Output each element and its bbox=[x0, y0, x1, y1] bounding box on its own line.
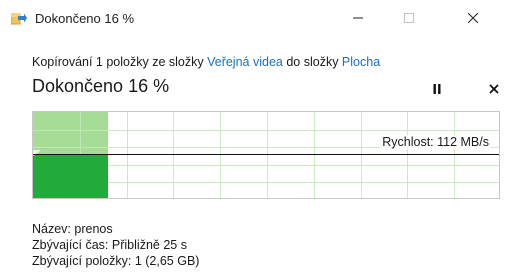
close-window-button[interactable] bbox=[450, 4, 496, 34]
speed-label: Rychlost: 112 MB/s bbox=[380, 135, 491, 149]
copy-description: Kopírování 1 položky ze složky Veřejná v… bbox=[32, 55, 380, 69]
source-folder-link[interactable]: Veřejná videa bbox=[207, 55, 283, 69]
pause-icon bbox=[433, 81, 441, 99]
items-remaining-label: Zbývající položky: bbox=[32, 254, 132, 268]
maximize-icon bbox=[404, 10, 414, 28]
cancel-button[interactable] bbox=[483, 80, 505, 100]
speed-graph: Rychlost: 112 MB/s bbox=[32, 111, 500, 199]
cancel-icon bbox=[489, 81, 499, 99]
name-value: prenos bbox=[74, 222, 113, 236]
progress-status: Dokončeno 16 % bbox=[32, 76, 170, 96]
destination-folder-link[interactable]: Plocha bbox=[342, 55, 380, 69]
close-icon bbox=[467, 10, 479, 28]
minimize-button[interactable] bbox=[335, 4, 381, 34]
description-middle: do složky bbox=[282, 55, 342, 69]
progress-fill bbox=[33, 154, 108, 198]
copy-files-icon bbox=[10, 12, 27, 25]
time-remaining-value: Přibližně 25 s bbox=[111, 238, 187, 252]
description-prefix: Kopírování 1 položky ze složky bbox=[32, 55, 208, 69]
name-row: Název: prenos bbox=[32, 221, 199, 237]
time-remaining-row: Zbývající čas: Přibližně 25 s bbox=[32, 237, 199, 253]
speed-graph-canvas bbox=[33, 112, 499, 198]
minimize-icon bbox=[353, 10, 363, 28]
pause-button[interactable] bbox=[426, 80, 448, 100]
time-remaining-label: Zbývající čas: bbox=[32, 238, 109, 252]
items-remaining-row: Zbývající položky: 1 (2,65 GB) bbox=[32, 253, 199, 269]
maximize-button[interactable] bbox=[386, 4, 432, 34]
title-bar: Dokončeno 16 % bbox=[0, 0, 519, 38]
window-title: Dokončeno 16 % bbox=[35, 11, 135, 26]
transfer-details: Název: prenos Zbývající čas: Přibližně 2… bbox=[32, 221, 199, 269]
items-remaining-value: 1 (2,65 GB) bbox=[134, 254, 200, 268]
name-label: Název: bbox=[32, 222, 71, 236]
